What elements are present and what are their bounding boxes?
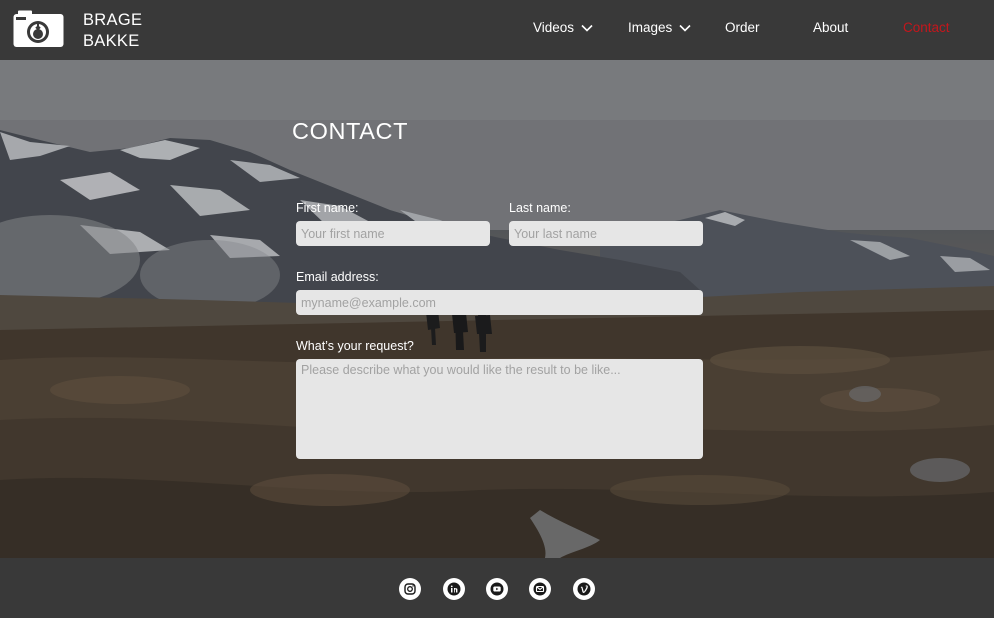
nav-item-order[interactable]: Order (725, 18, 760, 38)
mail-icon[interactable] (529, 578, 551, 600)
hero-background: CONTACT First name: Last name: Email add… (0, 60, 994, 558)
instagram-icon[interactable] (399, 578, 421, 600)
page-title: CONTACT (292, 118, 409, 144)
site-footer (0, 558, 994, 618)
nav-label: About (813, 20, 849, 35)
youtube-icon[interactable] (486, 578, 508, 600)
last-name-field[interactable] (509, 221, 703, 246)
site-header: BRAGE BAKKE Videos Images Order About Co… (0, 0, 994, 60)
linkedin-icon[interactable] (443, 578, 465, 600)
brand-line-2: BAKKE (83, 32, 140, 50)
nav-item-about[interactable]: About (813, 18, 848, 38)
first-name-field[interactable] (296, 221, 490, 246)
chevron-down-icon (679, 24, 691, 32)
first-name-label: First name: (296, 201, 359, 215)
brand-name[interactable]: BRAGE BAKKE (83, 10, 142, 52)
nav-item-images[interactable]: Images (628, 18, 692, 38)
nav-item-videos[interactable]: Videos (533, 18, 594, 38)
nav-label: Contact (903, 20, 950, 35)
nav-label: Order (725, 20, 760, 35)
last-name-label: Last name: (509, 201, 571, 215)
chevron-down-icon (581, 24, 593, 32)
nav-item-contact[interactable]: Contact (903, 18, 950, 38)
brand-line-1: BRAGE (83, 11, 143, 29)
email-label: Email address: (296, 270, 379, 284)
request-label: What’s your request? (296, 339, 414, 353)
nav-label: Images (628, 20, 673, 35)
camera-icon[interactable] (12, 9, 65, 49)
email-field[interactable] (296, 290, 703, 315)
nav-label: Videos (533, 20, 575, 35)
vimeo-icon[interactable] (573, 578, 595, 600)
request-textarea[interactable] (296, 359, 703, 459)
